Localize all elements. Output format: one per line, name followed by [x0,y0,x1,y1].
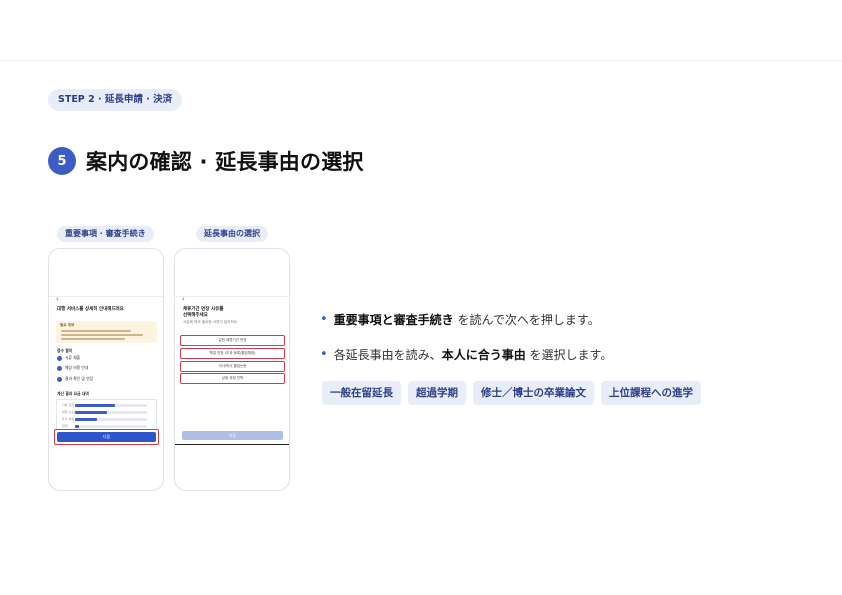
chip-thesis: 修士／博士の卒業論文 [473,381,594,405]
phone-section-label: 접수 절차 [57,348,73,353]
screen-bottom-line [175,444,289,445]
phone-label-important: 重要事項 · 審査手続き [57,226,154,242]
bar-label: 합계 [62,424,68,428]
back-icon: ‹ [182,295,185,303]
bullet-text: を読んで次へを押します。 [453,313,600,327]
radio-label: 결과 확인 및 연장 [65,376,94,381]
section-title: 案内の確認 · 延長事由の選択 [86,150,364,174]
fee-summary-box: 기본 요금 대행 수수료 추가 비용 합계 [56,399,157,430]
chip-higher-course: 上位課程への進学 [601,381,701,405]
notice-line [61,334,143,336]
bar-label: 추가 비용 [62,417,74,421]
reason-chips: 一般在留延長 超過学期 修士／博士の卒業論文 上位課程への進学 [322,381,701,405]
bullet-bold: 重要事項と審査手続き [333,313,454,327]
step-pill: STEP 2 · 延長申請 · 決済 [48,89,183,111]
phone-title-line2: 선택해주세요 [183,313,208,318]
section-number: 5 [48,147,76,175]
reason-option[interactable]: 석사/박사 졸업논문 [180,361,285,372]
fee-bar [75,411,147,414]
fee-bar-fill [75,411,108,414]
radio-dot-icon [57,355,62,361]
bullet-text-pre: 各延長事由を読み、 [333,348,442,362]
phone-label-reason: 延長事由の選択 [196,226,268,242]
phone-radio-item: 서류 제출 [57,355,80,361]
section-heading: 5 案内の確認 · 延長事由の選択 [48,146,364,176]
bullet-bold: 本人に合う事由 [441,348,526,362]
notice-line [61,338,125,340]
phone-header [175,249,289,297]
chip-excess-semester: 超過学期 [408,381,466,405]
back-icon: ‹ [56,295,59,303]
reason-option[interactable]: 상위 과정 진학 [180,373,285,384]
page: STEP 2 · 延長申請 · 決済 5 案内の確認 · 延長事由の選択 重要事… [0,0,842,595]
bullet-item: • 各延長事由を読み、 本人に合う事由 を選択します。 [320,346,612,363]
notice-title: 필요 정보 [60,323,75,327]
radio-label: 예상 비용 안내 [65,365,89,370]
phone-mockup-important: ‹ 대행 서비스를 상세히 안내해드려요 필요 정보 접수 절차 서류 제출 예… [48,248,164,491]
fee-bar-fill [75,418,97,421]
next-button-highlight: 다음 [54,429,159,445]
notice-box: 필요 정보 [56,321,157,343]
phone-subtitle: 사유에 따라 필요한 서류가 달라져요 [183,320,238,324]
radio-label: 서류 제출 [65,355,81,360]
bullet-text: を選択します。 [525,348,613,362]
radio-dot-icon [57,376,62,382]
reason-option[interactable]: 학업 연장 (초과 등록/졸업예정) [180,348,285,359]
radio-dot-icon [57,365,62,371]
next-button-disabled[interactable]: 다음 [182,431,283,440]
phone-title: 대행 서비스를 상세히 안내해드려요 [57,307,124,312]
bullet-item: • 重要事項と審査手続き を読んで次へを押します。 [320,311,600,328]
phone-radio-item: 예상 비용 안내 [57,365,88,371]
divider [0,60,842,61]
fee-bar-fill [75,404,115,407]
bar-label: 기본 요금 [62,403,74,407]
bullet-icon: • [320,312,328,327]
phone-radio-item: 결과 확인 및 연장 [57,376,93,382]
notice-line [61,330,131,332]
chip-general-extension: 一般在留延長 [322,381,401,405]
phone-summary-title: 계산 결과 요금 내역 [57,391,89,396]
phone-header [49,249,163,297]
next-button[interactable]: 다음 [57,432,156,442]
fee-bar-fill [75,425,79,428]
phone-mockup-reason: ‹ 체류기간 연장 사유를 선택해주세요 사유에 따라 필요한 서류가 달라져요… [174,248,290,491]
fee-bar [75,418,147,421]
reason-option[interactable]: 일반 체류기간 연장 [180,335,285,346]
bullet-icon: • [320,347,328,362]
fee-bar [75,404,147,407]
fee-bar [75,425,147,428]
